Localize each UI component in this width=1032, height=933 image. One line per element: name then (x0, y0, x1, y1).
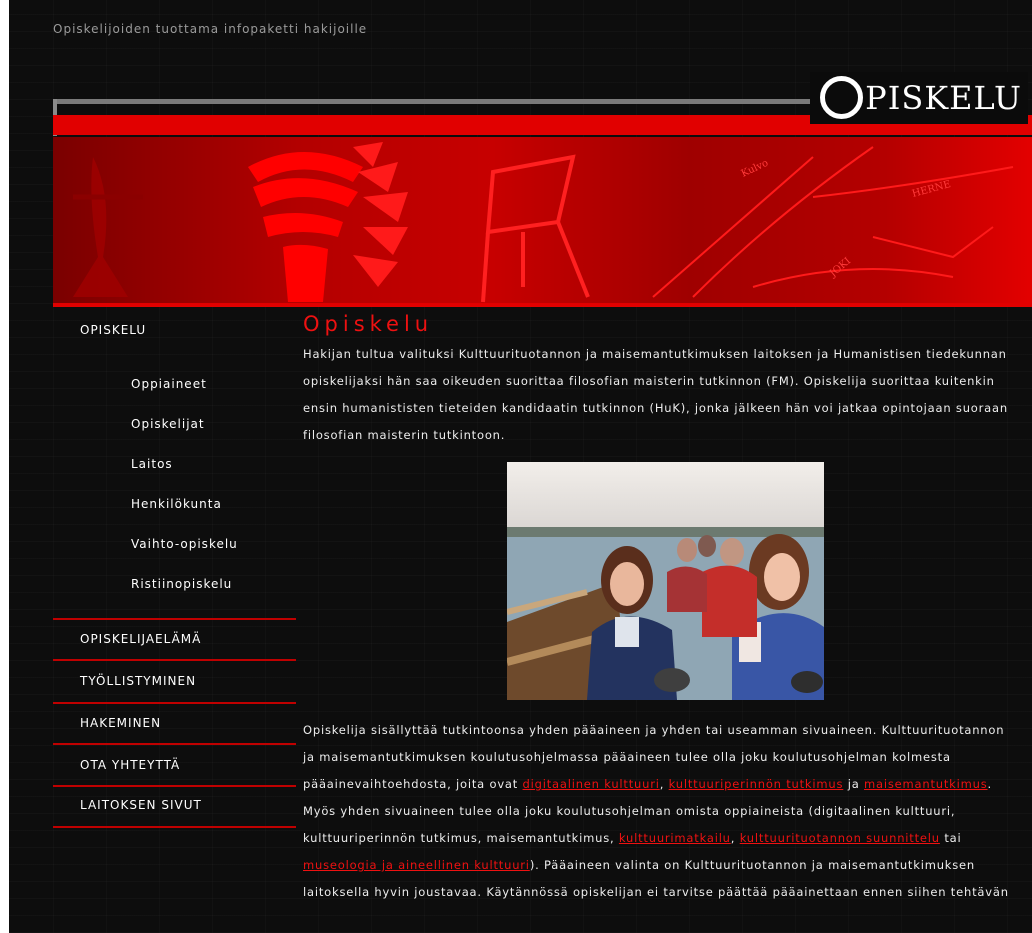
nav-opiskelu[interactable]: OPISKELU (80, 323, 146, 337)
nav-sub-vaihto-opiskelu[interactable]: Vaihto-opiskelu (131, 537, 238, 551)
banner-illustration: Kulvo HERNE JOKI (73, 142, 1014, 303)
link-kulttuurimatkailu[interactable]: kulttuurimatkailu (619, 831, 731, 845)
left-edge (0, 0, 9, 933)
nav-hakeminen[interactable]: HAKEMINEN (80, 716, 161, 730)
logo-text: PISKELU (865, 79, 1022, 117)
header-banner: Kulvo HERNE JOKI (53, 137, 1032, 304)
svg-text:Kulvo: Kulvo (740, 158, 771, 180)
photo-illustration (507, 462, 824, 700)
nav-opiskelijaelama[interactable]: OPISKELIJAELÄMÄ (80, 632, 201, 646)
site-logo[interactable]: PISKELU (810, 72, 1028, 124)
link-kulttuuriperinnon-tutkimus[interactable]: kulttuuriperinnön tutkimus (669, 777, 844, 791)
nav-laitoksen-sivut[interactable]: LAITOKSEN SIVUT (80, 798, 202, 812)
body-sep-2: ja (843, 777, 865, 791)
nav-separator (53, 618, 296, 620)
logo-o-icon (820, 76, 864, 119)
body-sep-3: , (730, 831, 740, 845)
nav-ota-yhteytta[interactable]: OTA YHTEYTTÄ (80, 758, 180, 772)
page-title: Opiskelu (303, 312, 434, 336)
nav-sub-ristiinopiskelu[interactable]: Ristiinopiskelu (131, 577, 232, 591)
nav-sub-laitos[interactable]: Laitos (131, 457, 173, 471)
nav-sub-oppiaineet[interactable]: Oppiaineet (131, 377, 207, 391)
link-maisemantutkimus[interactable]: maisemantutkimus (864, 777, 988, 791)
header-gray-line (53, 99, 818, 104)
nav-separator (53, 743, 296, 745)
nav-separator (53, 702, 296, 704)
students-rowing-photo (507, 462, 824, 700)
body-sep-1: , (659, 777, 669, 791)
link-kulttuurituotannon-suunnittelu[interactable]: kulttuurituotannon suunnittelu (740, 831, 940, 845)
body-sep-4: tai (939, 831, 962, 845)
body-paragraph: Opiskelija sisällyttää tutkintoonsa yhde… (303, 717, 1018, 906)
link-digitaalinen-kulttuuri[interactable]: digitaalinen kulttuuri (523, 777, 660, 791)
nav-separator (53, 659, 296, 661)
link-museologia[interactable]: museologia ja aineellinen kulttuuri (303, 858, 530, 872)
nav-sub-opiskelijat[interactable]: Opiskelijat (131, 417, 205, 431)
svg-text:JOKI: JOKI (827, 256, 853, 280)
nav-sub-henkilokunta[interactable]: Henkilökunta (131, 497, 222, 511)
site-tagline: Opiskelijoiden tuottama infopaketti haki… (53, 22, 368, 36)
banner-bottom-line (53, 303, 1032, 307)
intro-paragraph: Hakijan tultua valituksi Kulttuurituotan… (303, 347, 1008, 442)
nav-separator (53, 785, 296, 787)
nav-separator (53, 826, 296, 828)
nav-tyollistyminen[interactable]: TYÖLLISTYMINEN (80, 674, 196, 688)
